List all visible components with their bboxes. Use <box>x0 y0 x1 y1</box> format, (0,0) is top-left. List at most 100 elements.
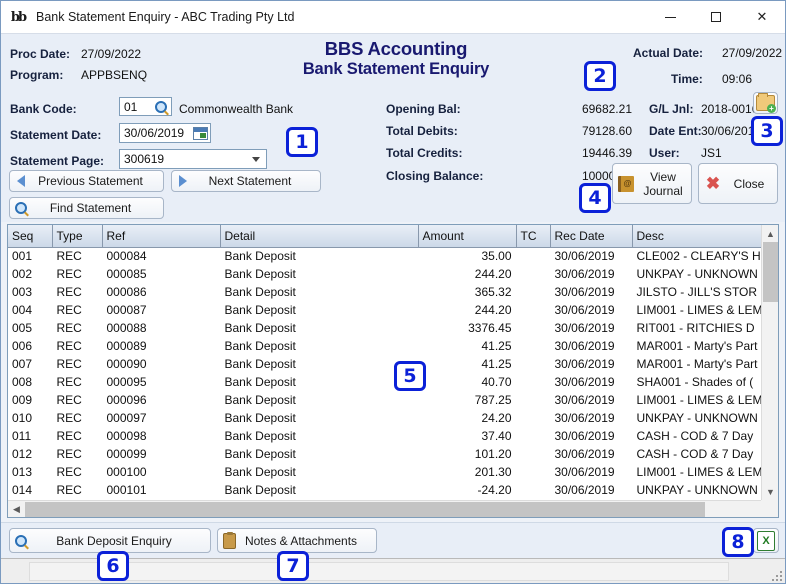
find-statement-button[interactable]: Find Statement <box>9 197 164 219</box>
cell-type: REC <box>56 393 82 407</box>
close-window-button[interactable]: ✕ <box>739 1 785 34</box>
scroll-up-arrow-icon[interactable]: ▲ <box>762 225 778 242</box>
total-credits-label: Total Credits: <box>386 146 463 160</box>
scroll-left-arrow-icon[interactable]: ◀ <box>8 501 25 517</box>
statement-date-value: 30/06/2019 <box>124 126 185 140</box>
bank-deposit-enquiry-label: Bank Deposit Enquiry <box>56 533 172 548</box>
column-header-detail[interactable]: Detail <box>220 225 419 248</box>
column-header-seq[interactable]: Seq <box>8 225 53 248</box>
cell-tc <box>516 463 550 481</box>
cell-desc: CLE002 - CLEARY'S H <box>636 249 761 264</box>
cell-tc <box>516 319 550 337</box>
time-label: Time: <box>671 72 703 86</box>
close-button[interactable]: ✖ Close <box>698 163 778 204</box>
maximize-button[interactable] <box>693 1 739 34</box>
cell-ref: 000097 <box>106 411 147 425</box>
statement-page-select[interactable]: 300619 <box>119 149 267 169</box>
cell-rec-date: 30/06/2019 <box>554 249 615 264</box>
bank-code-label: Bank Code: <box>10 102 77 116</box>
cell-ref: 000100 <box>106 465 147 479</box>
cell-seq: 006 <box>12 339 33 353</box>
cell-ref: 000098 <box>106 429 147 443</box>
table-row[interactable]: 002 REC 000085 Bank Deposit 244.20 30/06/2019… <box>8 265 761 283</box>
cell-detail: Bank Deposit <box>224 267 296 281</box>
table-row[interactable]: 008 REC 000095 Bank Deposit 40.70 30/06/2019 S… <box>8 373 761 391</box>
column-header-amount[interactable]: Amount <box>418 225 517 248</box>
total-debits-label: Total Debits: <box>386 124 458 138</box>
export-to-excel-button[interactable]: X <box>753 528 779 553</box>
chevron-down-icon[interactable] <box>246 150 266 168</box>
scroll-down-arrow-icon[interactable]: ▼ <box>762 483 778 500</box>
statement-date-input[interactable]: 30/06/2019 <box>119 123 211 143</box>
table-row[interactable]: 009 REC 000096 Bank Deposit 787.25 30/06/2019… <box>8 391 761 409</box>
column-header-tc[interactable]: TC <box>516 225 551 248</box>
cell-desc: LIM001 - LIMES & LEM <box>636 465 762 479</box>
cell-detail: Bank Deposit <box>224 447 296 461</box>
minimize-button[interactable] <box>647 1 693 34</box>
cell-ref: 000086 <box>106 285 147 299</box>
status-message-field <box>29 562 729 581</box>
bank-code-input[interactable]: 01 <box>119 97 172 116</box>
table-row[interactable]: 014 REC 000101 Bank Deposit -24.20 30/06/2019… <box>8 481 761 499</box>
table-row[interactable]: 010 REC 000097 Bank Deposit 24.20 30/06/2019 U… <box>8 409 761 427</box>
cell-ref: 000088 <box>106 321 147 335</box>
annotation-marker-5: 5 <box>394 361 426 391</box>
previous-statement-label: Previous Statement <box>38 174 143 188</box>
cell-rec-date: 30/06/2019 <box>554 411 615 425</box>
table-row[interactable]: 013 REC 000100 Bank Deposit 201.30 30/06/2019… <box>8 463 761 481</box>
cell-detail: Bank Deposit <box>224 303 296 317</box>
cell-detail: Bank Deposit <box>224 483 296 497</box>
next-statement-button[interactable]: Next Statement <box>171 170 321 192</box>
cell-desc: UNKPAY - UNKNOWN <box>636 483 758 497</box>
cell-seq: 003 <box>12 285 33 299</box>
bank-code-lookup-icon[interactable] <box>151 98 171 115</box>
cell-rec-date: 30/06/2019 <box>554 285 615 299</box>
resize-grip-icon[interactable] <box>770 569 782 581</box>
table-row[interactable]: 004 REC 000087 Bank Deposit 244.20 30/06/2019… <box>8 301 761 319</box>
opening-bal-value: 69682.21 <box>581 102 632 116</box>
cell-amount: 244.20 <box>474 267 512 281</box>
calendar-icon[interactable] <box>190 124 210 142</box>
statement-lines-grid[interactable]: Seq Type Ref Detail Amount TC Rec Date Desc 001… <box>7 224 779 518</box>
column-header-type[interactable]: Type <box>52 225 103 248</box>
add-journal-folder-button[interactable] <box>753 92 778 114</box>
vertical-scrollbar[interactable]: ▲ ▼ <box>761 225 778 500</box>
cell-amount: 244.20 <box>474 303 512 317</box>
cell-tc <box>516 409 550 427</box>
cell-detail: Bank Deposit <box>224 339 296 353</box>
table-row[interactable]: 001 REC 000084 Bank Deposit 35.00 30/06/2019 C… <box>8 247 761 265</box>
bank-code-value: 01 <box>124 99 138 114</box>
cell-detail: Bank Deposit <box>224 249 296 264</box>
folder-add-icon <box>756 93 776 113</box>
cell-tc <box>516 445 550 463</box>
column-header-desc[interactable]: Desc <box>632 225 761 248</box>
view-journal-label-line2: Journal <box>643 183 683 198</box>
cell-type: REC <box>56 321 82 335</box>
table-row[interactable]: 011 REC 000098 Bank Deposit 37.40 30/06/2019 C… <box>8 427 761 445</box>
view-journal-button[interactable]: @ View Journal <box>612 163 692 204</box>
cell-rec-date: 30/06/2019 <box>554 375 615 389</box>
vertical-scroll-thumb[interactable] <box>763 242 778 302</box>
table-row[interactable]: 003 REC 000086 Bank Deposit 365.32 30/06/2019… <box>8 283 761 301</box>
cell-rec-date: 30/06/2019 <box>554 393 615 407</box>
column-header-ref[interactable]: Ref <box>102 225 221 248</box>
table-row[interactable]: 005 REC 000088 Bank Deposit 3376.45 30/06/201… <box>8 319 761 337</box>
scrollbar-corner <box>761 500 778 517</box>
cell-ref: 000099 <box>106 447 147 461</box>
cell-tc <box>516 247 550 265</box>
notes-attachments-button[interactable]: Notes & Attachments <box>217 528 377 553</box>
table-row[interactable]: 006 REC 000089 Bank Deposit 41.25 30/06/2019 M… <box>8 337 761 355</box>
horizontal-scrollbar[interactable]: ◀ ▶ <box>8 500 761 517</box>
cell-ref: 000096 <box>106 393 147 407</box>
annotation-marker-7: 7 <box>277 551 309 581</box>
previous-statement-button[interactable]: Previous Statement <box>9 170 164 192</box>
cell-rec-date: 30/06/2019 <box>554 321 615 335</box>
bank-deposit-enquiry-button[interactable]: Bank Deposit Enquiry <box>9 528 211 553</box>
horizontal-scroll-thumb[interactable] <box>25 502 705 517</box>
table-row[interactable]: 012 REC 000099 Bank Deposit 101.20 30/06/2019… <box>8 445 761 463</box>
column-header-rec-date[interactable]: Rec Date <box>550 225 633 248</box>
table-row[interactable]: 007 REC 000090 Bank Deposit 41.25 30/06/2019 M… <box>8 355 761 373</box>
cell-tc <box>516 301 550 319</box>
statement-page-value: 300619 <box>124 152 165 166</box>
program-value: APPBSENQ <box>81 68 148 82</box>
